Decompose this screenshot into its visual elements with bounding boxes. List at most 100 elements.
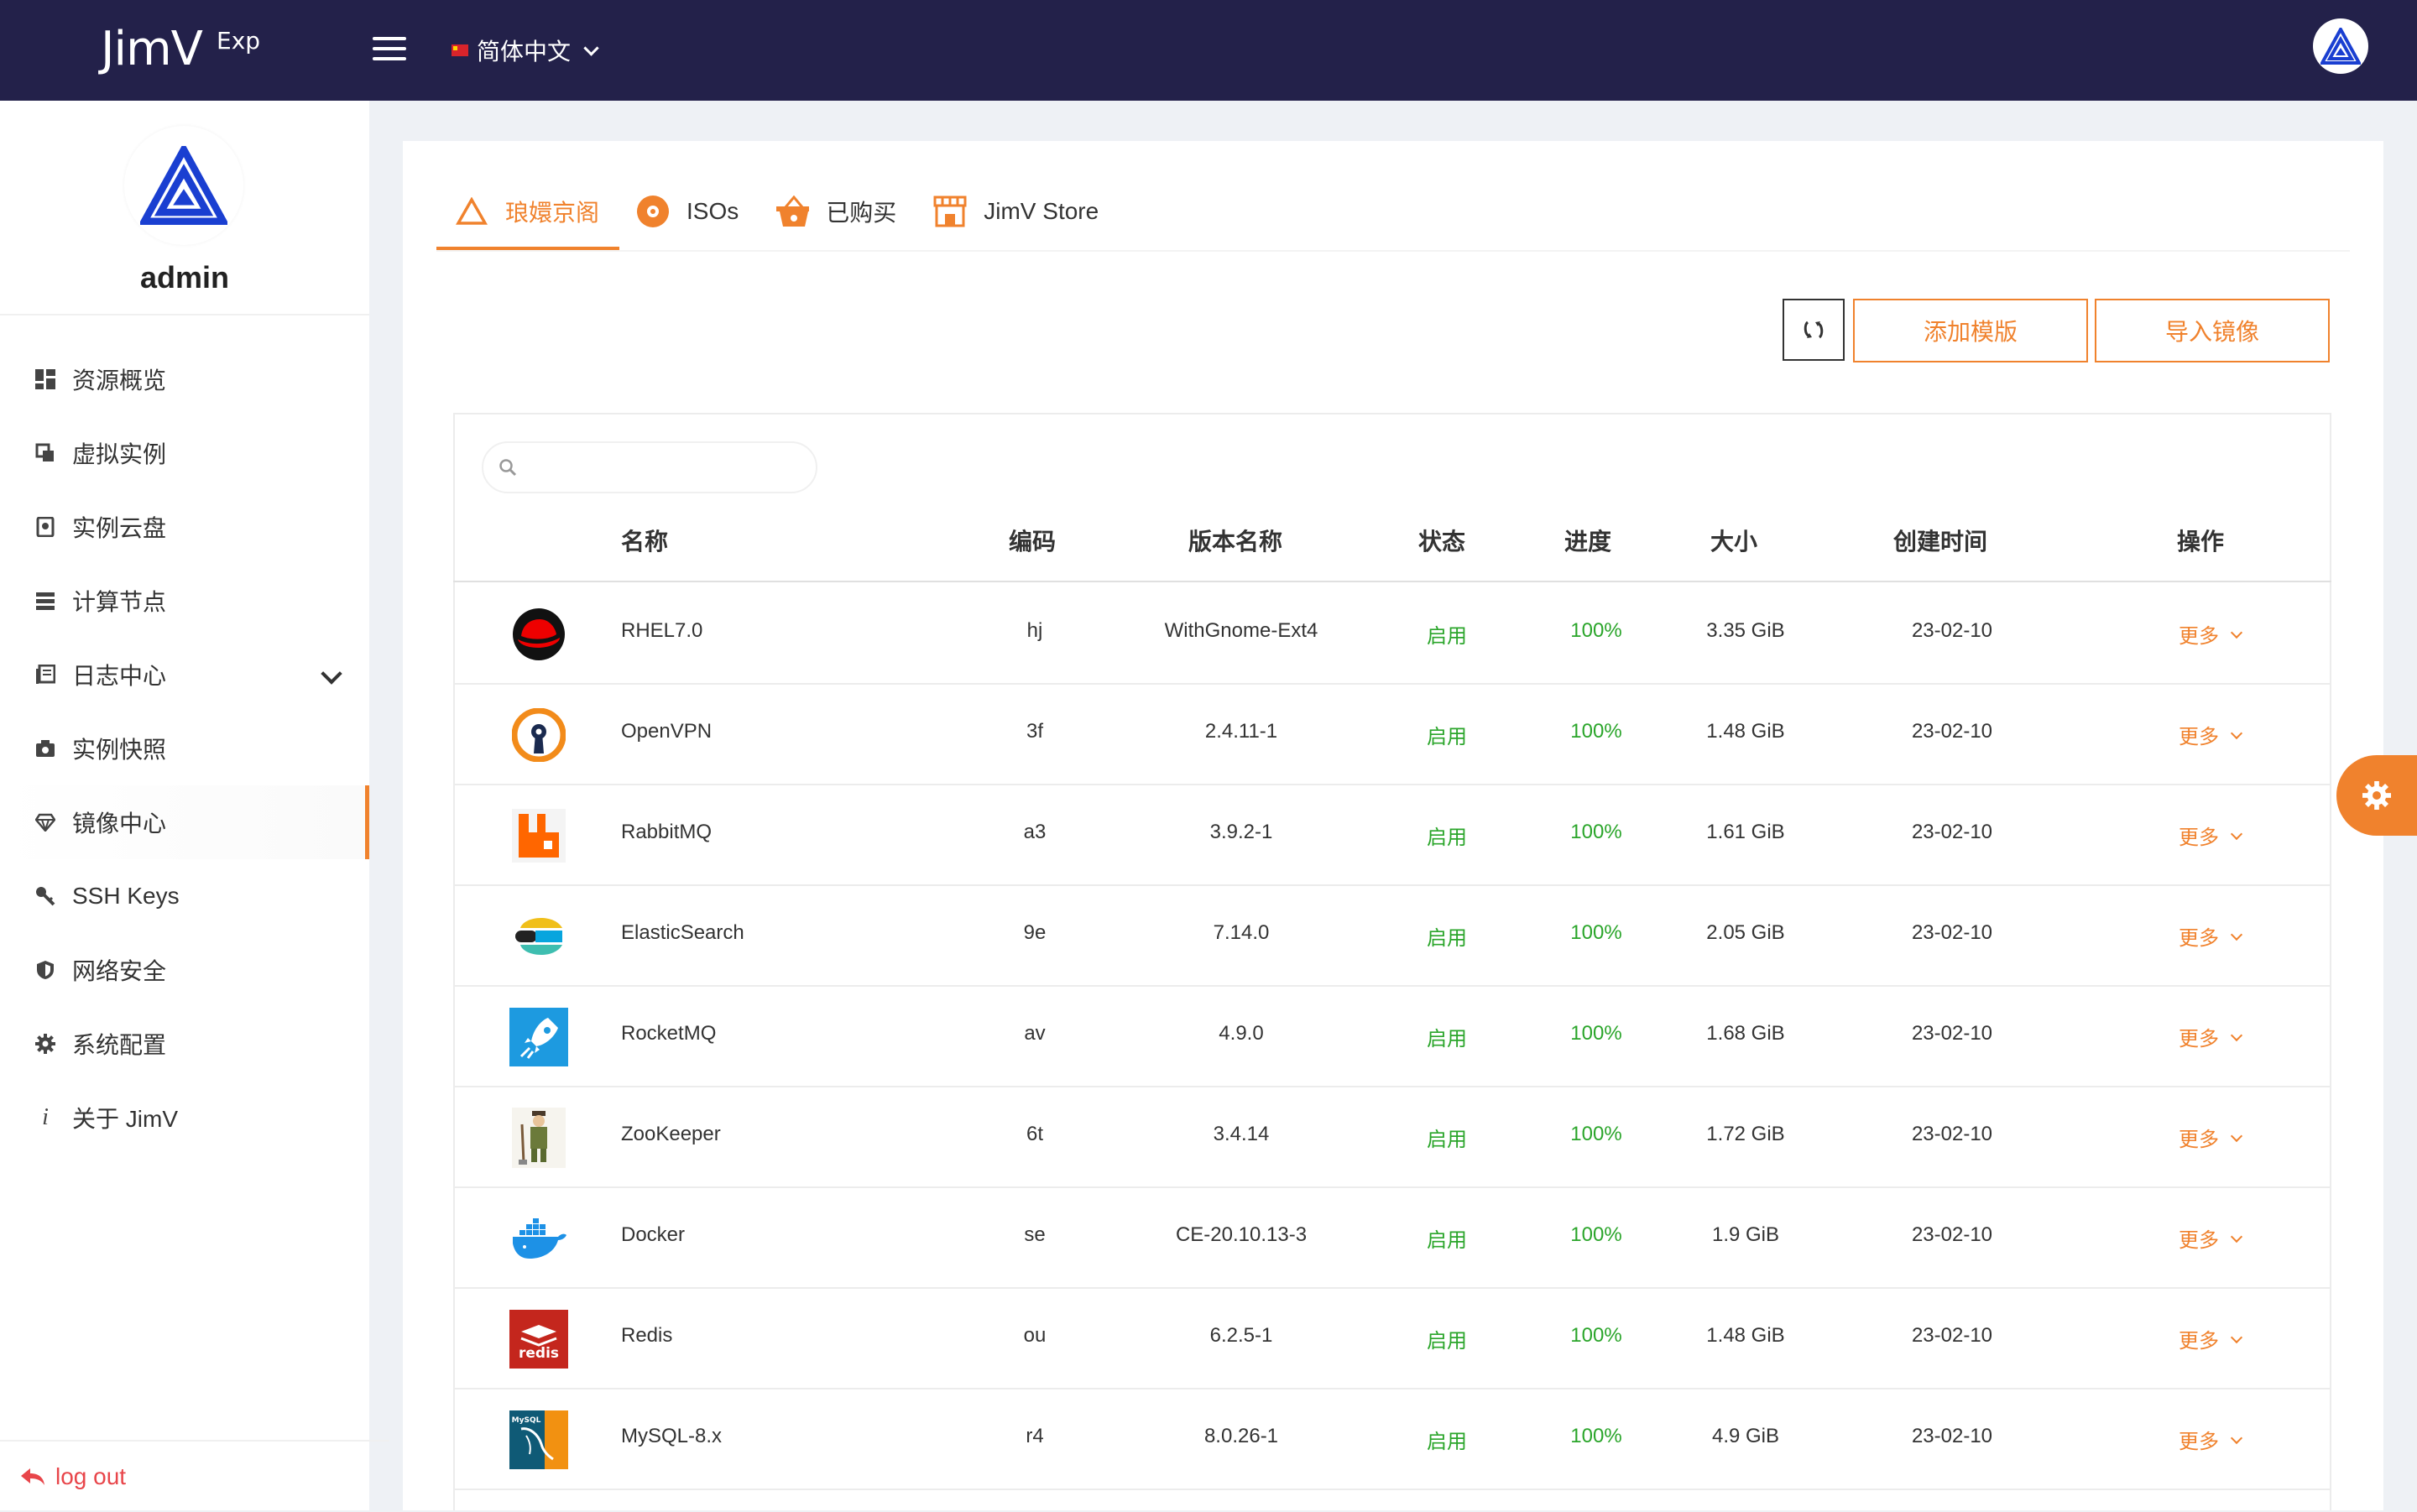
row-progress: 100% — [1570, 720, 1622, 743]
row-size: 1.9 GiB — [1711, 1223, 1780, 1246]
table-row[interactable]: RocketMQ av 4.9.0 启用 100% 1.68 GiB 23-02… — [455, 987, 2330, 1087]
row-created: 23-02-10 — [1911, 1223, 1993, 1246]
table-row[interactable]: redis Redis ou 6.2.5-1 启用 100% 1.48 GiB … — [455, 1289, 2330, 1389]
import-image-button[interactable]: 导入镜像 — [2095, 299, 2330, 362]
tab-isos[interactable]: ISOs — [618, 186, 757, 237]
triangle-icon — [455, 195, 488, 228]
sidebar-item-instances[interactable]: 虚拟实例 — [0, 416, 369, 490]
sidebar-item-label: 网络安全 — [72, 958, 167, 984]
add-template-button[interactable]: 添加模版 — [1853, 299, 2088, 362]
more-label: 更多 — [2179, 1330, 2219, 1353]
hamburger-icon[interactable] — [373, 37, 406, 64]
chevron-down-icon — [2230, 1431, 2243, 1444]
sidebar-divider — [0, 314, 369, 315]
sidebar: admin 资源概览 虚拟实例 实例云盘 计算节点 日志中心 实例快照 镜像中心… — [0, 101, 369, 1510]
row-created: 23-02-10 — [1911, 1425, 1993, 1447]
column-header-actions: 操作 — [2177, 529, 2225, 555]
search-box[interactable] — [482, 441, 817, 493]
row-name: Redis — [621, 1324, 673, 1347]
sidebar-item-network-security[interactable]: 网络安全 — [0, 933, 369, 1007]
row-more-button[interactable]: 更多 — [2179, 921, 2243, 951]
logout-label: log out — [55, 1463, 127, 1489]
row-size: 1.48 GiB — [1706, 720, 1785, 743]
disk-icon — [34, 515, 57, 539]
sidebar-item-images[interactable]: 镜像中心 — [0, 785, 369, 859]
sidebar-username: admin — [139, 260, 229, 295]
column-header-code[interactable]: 编码 — [1009, 524, 1056, 557]
column-header-progress[interactable]: 进度 — [1564, 524, 1611, 557]
tab-jimv-store[interactable]: JimV Store — [915, 186, 1117, 237]
language-select[interactable]: 简体中文 — [452, 34, 599, 67]
row-status: 启用 — [1427, 625, 1467, 648]
row-more-button[interactable]: 更多 — [2179, 1022, 2243, 1051]
row-created: 23-02-10 — [1911, 1324, 1993, 1347]
row-size: 2.05 GiB — [1706, 921, 1785, 944]
refresh-button[interactable] — [1783, 299, 1845, 361]
row-size: 1.48 GiB — [1706, 1324, 1785, 1347]
sidebar-item-ssh-keys[interactable]: SSH Keys — [0, 859, 369, 933]
sidebar-item-overview[interactable]: 资源概览 — [0, 342, 369, 416]
more-label: 更多 — [2179, 1229, 2219, 1252]
row-code: 6t — [1026, 1123, 1044, 1145]
row-status: 启用 — [1427, 1229, 1467, 1252]
table-row[interactable]: ElasticSearch 9e 7.14.0 启用 100% 2.05 GiB… — [455, 886, 2330, 987]
row-more-button[interactable]: 更多 — [2179, 821, 2243, 850]
column-header-status[interactable]: 状态 — [1418, 524, 1465, 557]
basket-icon — [775, 195, 810, 228]
row-progress: 100% — [1570, 619, 1622, 642]
sidebar-item-nodes[interactable]: 计算节点 — [0, 564, 369, 638]
row-name: RHEL7.0 — [621, 619, 703, 642]
sidebar-item-about[interactable]: i 关于 JimV — [0, 1081, 369, 1155]
svg-text:MySQL: MySQL — [512, 1416, 541, 1425]
tab-langhuan[interactable]: 琅嬛京阁 — [436, 186, 618, 237]
table-row[interactable]: Docker se CE-20.10.13-3 启用 100% 1.9 GiB … — [455, 1188, 2330, 1289]
row-more-button[interactable]: 更多 — [2179, 1123, 2243, 1152]
row-status: 启用 — [1427, 1431, 1467, 1453]
table-row[interactable]: RHEL7.0 hj WithGnome-Ext4 启用 100% 3.35 G… — [455, 584, 2330, 685]
row-more-button[interactable]: 更多 — [2179, 619, 2243, 649]
row-status: 启用 — [1427, 1129, 1467, 1151]
logout-button[interactable]: log out — [0, 1440, 389, 1512]
row-more-button[interactable]: 更多 — [2179, 1223, 2243, 1253]
table-row[interactable]: OpenVPN 3f 2.4.11-1 启用 100% 1.48 GiB 23-… — [455, 685, 2330, 785]
row-name: Docker — [621, 1223, 686, 1246]
elasticsearch-logo-icon — [509, 906, 569, 967]
row-status: 启用 — [1427, 1028, 1467, 1051]
sidebar-item-settings[interactable]: 系统配置 — [0, 1007, 369, 1081]
chevron-down-icon — [2230, 626, 2243, 639]
top-bar — [0, 0, 2417, 101]
row-code: hj — [1026, 619, 1043, 642]
row-version: 3.9.2-1 — [1209, 821, 1273, 843]
row-more-button[interactable]: 更多 — [2179, 1324, 2243, 1353]
column-header-version[interactable]: 版本名称 — [1188, 524, 1282, 557]
row-code: ou — [1023, 1324, 1047, 1347]
tab-purchased[interactable]: 已购买 — [757, 186, 915, 237]
column-header-created[interactable]: 创建时间 — [1893, 524, 1987, 557]
sidebar-item-label: 资源概览 — [72, 368, 167, 394]
row-more-button[interactable]: 更多 — [2179, 1425, 2243, 1454]
sidebar-item-logs[interactable]: 日志中心 — [0, 638, 369, 712]
sidebar-item-disks[interactable]: 实例云盘 — [0, 490, 369, 564]
column-header-size[interactable]: 大小 — [1710, 524, 1757, 557]
floating-settings-button[interactable] — [2336, 755, 2417, 836]
rabbitmq-logo-icon — [509, 806, 569, 866]
rocketmq-logo-icon — [509, 1007, 569, 1067]
table-row[interactable]: RabbitMQ a3 3.9.2-1 启用 100% 1.61 GiB 23-… — [455, 785, 2330, 886]
sidebar-item-snapshots[interactable]: 实例快照 — [0, 712, 369, 785]
chevron-down-icon[interactable] — [321, 663, 342, 685]
gear-icon — [34, 1032, 57, 1056]
row-version: 4.9.0 — [1219, 1022, 1264, 1045]
row-name: MySQL-8.x — [621, 1425, 723, 1447]
reply-arrow-icon — [21, 1468, 44, 1485]
row-version: CE-20.10.13-3 — [1175, 1223, 1308, 1246]
table-row[interactable]: MySQL MySQL-8.x r4 8.0.26-1 启用 100% 4.9 … — [455, 1389, 2330, 1490]
more-label: 更多 — [2179, 625, 2219, 648]
chevron-down-icon — [2230, 928, 2243, 941]
table-row[interactable]: ZooKeeper 6t 3.4.14 启用 100% 1.72 GiB 23-… — [455, 1087, 2330, 1188]
search-input[interactable] — [525, 455, 797, 480]
column-header-name[interactable]: 名称 — [621, 524, 668, 557]
shield-icon — [34, 958, 57, 982]
row-more-button[interactable]: 更多 — [2179, 720, 2243, 749]
app-logo[interactable]: JimV — [101, 22, 203, 76]
user-avatar[interactable] — [2313, 18, 2368, 74]
